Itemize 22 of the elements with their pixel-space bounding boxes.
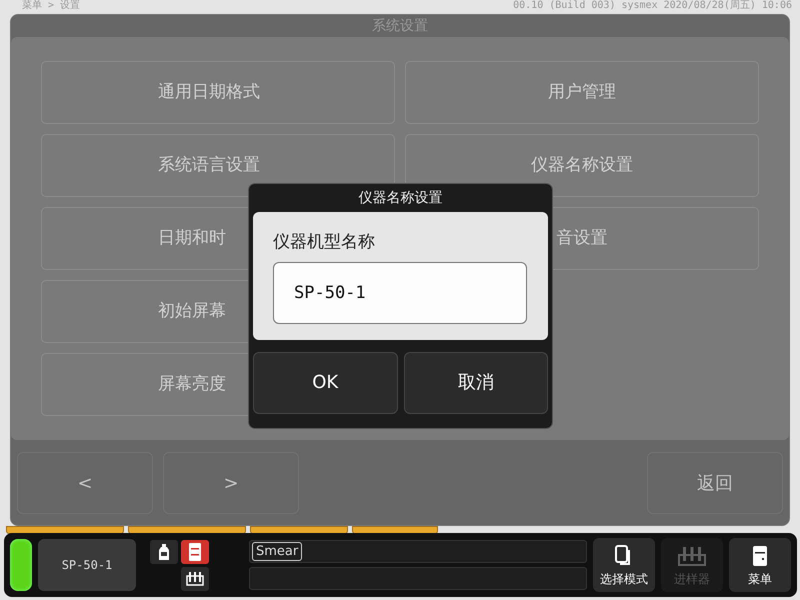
dialog-button[interactable]: OK — [253, 352, 398, 414]
settings-option-button[interactable]: 用户管理 — [405, 61, 759, 124]
cabinet-icon[interactable] — [181, 540, 209, 564]
version-date-text: 00.10 (Build 003) sysmex 2020/08/28(周五) 10:06 — [513, 0, 792, 13]
rack-icon[interactable] — [181, 566, 209, 590]
back-button[interactable]: 返回 — [647, 452, 783, 514]
rack-icon — [678, 547, 706, 567]
device-name: SP-50-1 — [38, 539, 136, 591]
ready-indicator — [10, 539, 32, 591]
toolbar-button[interactable]: 选择模式 — [593, 538, 655, 592]
page-nav-button[interactable]: > — [163, 452, 299, 514]
mode-tag: Smear — [252, 542, 302, 561]
phone-copy-icon — [615, 545, 633, 567]
name-input-field[interactable]: SP-50-1 — [273, 262, 527, 324]
breadcrumb-text: 菜单 > 设置 — [22, 0, 80, 13]
settings-option-button[interactable]: 通用日期格式 — [41, 61, 395, 124]
dialog-button[interactable]: 取消 — [404, 352, 548, 414]
toolbar-button[interactable]: 菜单 — [729, 538, 791, 592]
cabinet-icon — [752, 545, 768, 567]
page-nav-button[interactable]: < — [17, 452, 153, 514]
bottle-icon[interactable] — [150, 540, 178, 564]
field-label: 仪器机型名称 — [273, 231, 376, 254]
